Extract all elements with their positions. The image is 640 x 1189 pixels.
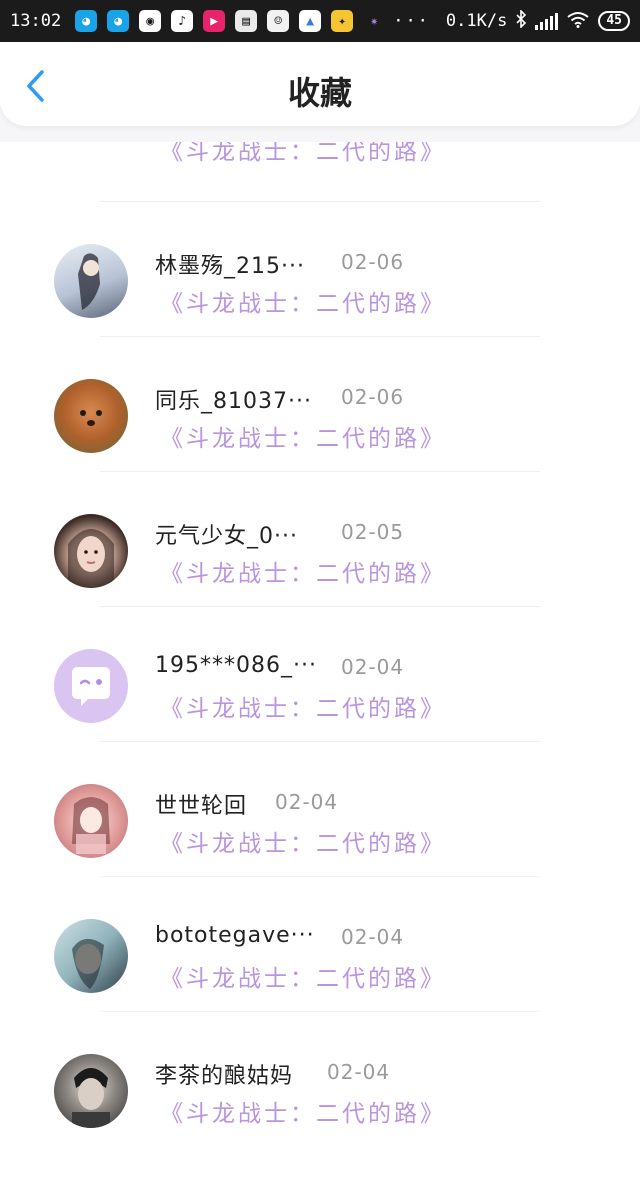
list-item[interactable]: 林墨殇_215··· 02-06 《斗龙战士：二代的路》 — [0, 244, 640, 379]
page-header: 收藏 — [0, 42, 640, 126]
user-name: 林墨殇_215··· — [155, 254, 305, 279]
book-title[interactable]: 《斗龙战士：二代的路》 — [160, 554, 446, 588]
book-title[interactable]: 《斗龙战士：二代的路》 — [160, 1094, 446, 1128]
avatar[interactable] — [54, 784, 128, 858]
avatar[interactable] — [54, 514, 128, 588]
music-icon: ♪ — [171, 10, 194, 32]
page-title: 收藏 — [287, 74, 352, 112]
news-icon: ▤ — [235, 10, 258, 32]
book-title[interactable]: 《斗龙战士：二代的路》 — [160, 824, 446, 858]
book-title[interactable]: 《斗龙战士：二代的路》 — [160, 284, 446, 318]
date: 02-04 — [341, 655, 405, 679]
divider — [100, 1011, 540, 1012]
user-name: 195***086_··· — [155, 653, 317, 678]
avatar[interactable] — [54, 919, 128, 993]
game-icon: ✦ — [331, 10, 354, 32]
user-name: 世世轮回 — [155, 794, 248, 819]
more-dots: ··· — [393, 11, 430, 31]
user-name: 同乐_81037··· — [155, 389, 312, 414]
chat-icon: ☺ — [267, 10, 290, 32]
list-item[interactable]: 同乐_81037··· 02-06 《斗龙战士：二代的路》 — [0, 379, 640, 514]
status-time: 13:02 — [10, 11, 62, 31]
image-icon: ▲ — [299, 10, 322, 32]
book-title[interactable]: 《斗龙战士：二代的路》 — [160, 689, 446, 723]
list-item[interactable]: 世世轮回 02-04 《斗龙战士：二代的路》 — [0, 784, 640, 919]
date: 02-04 — [327, 1060, 391, 1084]
user-name: bototegave··· — [155, 923, 315, 948]
list-item[interactable]: 195***086_··· 02-04 《斗龙战士：二代的路》 — [0, 649, 640, 784]
network-speed: 0.1K/s — [445, 11, 508, 31]
signal-icon — [535, 12, 559, 30]
avatar[interactable] — [54, 379, 128, 453]
user-name: 元气少女_0··· — [155, 524, 298, 549]
avatar[interactable] — [54, 1054, 128, 1128]
divider — [100, 741, 540, 742]
date: 02-05 — [341, 520, 405, 544]
chat-bubble-icon — [72, 667, 110, 706]
date: 02-06 — [341, 385, 405, 409]
divider — [100, 201, 540, 202]
list-item[interactable]: 李茶的酿姑妈 02-04 《斗龙战士：二代的路》 — [0, 1054, 640, 1189]
app-icon: ✷ — [363, 10, 386, 32]
avatar[interactable] — [54, 649, 128, 723]
bluetooth-icon — [515, 8, 527, 33]
video-icon: ▶ — [203, 10, 226, 32]
qq-icon: ◕ — [75, 10, 98, 32]
book-title[interactable]: 《斗龙战士：二代的路》 — [160, 959, 446, 993]
divider — [100, 336, 540, 337]
date: 02-04 — [341, 925, 405, 949]
qq-icon: ◕ — [107, 10, 130, 32]
list-item[interactable]: 元气少女_0··· 02-05 《斗龙战士：二代的路》 — [0, 514, 640, 649]
wechat-icon: ◉ — [139, 10, 162, 32]
book-title[interactable]: 《斗龙战士：二代的路》 — [160, 419, 446, 453]
user-name: 李茶的酿姑妈 — [155, 1064, 294, 1089]
notification-icons: ◕ ◕ ◉ ♪ ▶ ▤ ☺ ▲ ✦ ✷ — [75, 10, 386, 32]
divider — [100, 606, 540, 607]
battery-indicator: 45 — [598, 11, 630, 31]
divider — [100, 471, 540, 472]
date: 02-06 — [341, 250, 405, 274]
list-item[interactable]: bototegave··· 02-04 《斗龙战士：二代的路》 — [0, 919, 640, 1054]
divider — [100, 876, 540, 877]
date: 02-04 — [275, 790, 339, 814]
status-bar: 13:02 ◕ ◕ ◉ ♪ ▶ ▤ ☺ ▲ ✦ ✷ ··· 0.1K/s 45 — [0, 0, 640, 42]
avatar[interactable] — [54, 244, 128, 318]
wifi-icon — [566, 10, 590, 33]
